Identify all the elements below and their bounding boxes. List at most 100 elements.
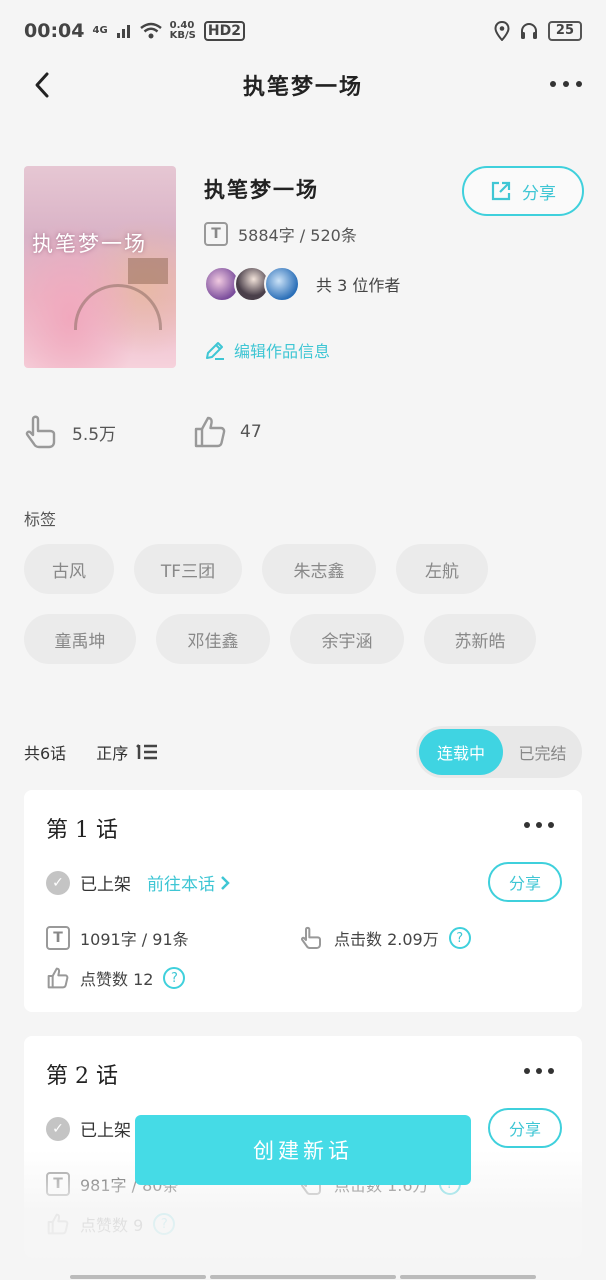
word-stats: T 5884字 / 520条 [204, 222, 357, 246]
check-icon: ✓ [46, 870, 70, 895]
speed-unit: KB/S [169, 30, 196, 41]
author-count: 共 3 位作者 [316, 276, 401, 295]
like-count-stat: 47 [192, 414, 262, 450]
help-icon[interactable]: ? [153, 1213, 176, 1235]
like-count-value: 47 [240, 422, 262, 442]
click-count-stat: 5.5万 [24, 414, 116, 450]
author-list[interactable]: 共 3 位作者 [204, 266, 400, 302]
tags-label: 标签 [24, 510, 57, 529]
text-count-icon: T [46, 926, 70, 950]
word-stats-text: 5884字 / 520条 [238, 226, 357, 245]
chapter-word-stats-text: 1091字 / 91条 [80, 930, 189, 949]
thumb-up-icon [47, 1213, 69, 1235]
chapter-more-icon[interactable] [524, 1068, 554, 1074]
chapter-count: 共6话 [24, 744, 67, 763]
goto-chapter-link[interactable]: 前往本话 [147, 870, 231, 895]
tag-chip[interactable]: 朱志鑫 [262, 544, 376, 594]
more-dot [548, 822, 554, 828]
chapter-word-stats: T 1091字 / 91条 [46, 926, 189, 950]
work-title: 执笔梦一场 [204, 177, 319, 202]
more-dot [536, 1068, 542, 1074]
chapter-card[interactable]: 第 1 话 ✓ 已上架 前往本话 分享 T 1091字 / 91条 点击数 2.… [24, 790, 582, 1012]
network-speed: 0.40 KB/S [170, 21, 196, 41]
more-dot [524, 822, 530, 828]
more-menu-icon[interactable] [550, 72, 582, 96]
tag-chip[interactable]: 苏新皓 [424, 614, 536, 664]
nav-indicator [400, 1275, 536, 1279]
share-work-label: 分享 [522, 183, 556, 204]
hd-badge: HD2 [203, 21, 245, 41]
chapter-status: ✓ 已上架 [46, 1116, 131, 1141]
sort-toggle[interactable]: 正序 [96, 740, 158, 764]
tag-chip[interactable]: 童禹坤 [24, 614, 136, 664]
sort-list-icon [136, 744, 158, 760]
edit-icon [206, 342, 224, 360]
status-time: 00:04 [24, 20, 85, 42]
tag-chip[interactable]: 左航 [396, 544, 488, 594]
nav-indicator [70, 1275, 206, 1279]
chapter-like-stats: 点赞数 12 ? [46, 966, 186, 990]
more-dot [563, 81, 569, 87]
cover-pavilion [128, 258, 168, 284]
chapter-share-button[interactable]: 分享 [488, 1108, 562, 1148]
more-dot [536, 822, 542, 828]
share-work-button[interactable]: 分享 [462, 166, 584, 216]
help-icon[interactable]: ? [448, 927, 471, 949]
status-segmented-control: 连载中 已完结 [416, 726, 582, 778]
work-cover-image[interactable]: 执笔梦一场 [24, 166, 176, 368]
chapter-more-icon[interactable] [524, 822, 554, 828]
tag-chip[interactable]: 余宇涵 [290, 614, 404, 664]
click-count-value: 5.5万 [72, 424, 117, 445]
chapter-status-text: 已上架 [80, 875, 131, 895]
chapter-status-text: 已上架 [80, 1121, 131, 1141]
tag-chip[interactable]: TF三团 [134, 544, 242, 594]
chapter-like-count: 点赞数 12 [80, 970, 154, 989]
chapter-list-header: 共6话 正序 连载中 已完结 [24, 726, 582, 778]
avatar [264, 266, 300, 302]
edit-work-info-link[interactable]: 编辑作品信息 [204, 338, 330, 362]
help-icon[interactable]: ? [163, 967, 186, 989]
nav-bar: 执笔梦一场 [0, 62, 606, 108]
create-new-chapter-button[interactable]: 创建新话 [135, 1115, 471, 1185]
more-dot [576, 81, 582, 87]
chapter-click-count: 点击数 2.09万 [334, 930, 439, 949]
network-type: 4G [92, 25, 108, 36]
nav-indicator [210, 1275, 396, 1279]
more-dot [550, 81, 556, 87]
share-icon [491, 181, 511, 201]
cover-bridge [74, 284, 162, 330]
chapter-like-stats: 点赞数 9 ? [46, 1212, 176, 1236]
status-bar: 00:04 4G 0.40 KB/S HD2 25 [0, 0, 606, 62]
headphone-icon [520, 23, 537, 39]
text-count-icon: T [204, 222, 228, 246]
tab-serializing[interactable]: 连载中 [419, 729, 503, 775]
tap-icon [25, 415, 56, 449]
chapter-title: 第 2 话 [46, 1064, 118, 1089]
page-title: 执笔梦一场 [242, 74, 363, 100]
battery-indicator: 25 [547, 21, 582, 41]
check-icon: ✓ [46, 1116, 70, 1141]
tap-icon [300, 926, 321, 949]
cover-title: 执笔梦一场 [32, 232, 147, 256]
signal-icon [116, 25, 130, 38]
chevron-right-icon [221, 875, 230, 890]
more-dot [548, 1068, 554, 1074]
location-icon [494, 21, 510, 41]
text-count-icon: T [46, 1172, 70, 1196]
back-icon[interactable] [28, 70, 58, 100]
edit-work-info-label: 编辑作品信息 [234, 342, 331, 361]
wifi-icon [139, 22, 162, 39]
goto-chapter-label: 前往本话 [147, 875, 215, 895]
work-stats: 5.5万 47 [24, 414, 262, 450]
sort-label: 正序 [96, 744, 129, 763]
chapter-share-button[interactable]: 分享 [488, 862, 562, 902]
tab-completed[interactable]: 已完结 [503, 740, 582, 764]
tag-chip[interactable]: 古风 [24, 544, 114, 594]
chapter-click-stats: 点击数 2.09万 ? [300, 926, 471, 950]
more-dot [524, 1068, 530, 1074]
thumb-up-icon [47, 967, 69, 989]
chapter-title: 第 1 话 [46, 818, 118, 843]
chapter-status: ✓ 已上架 前往本话 [46, 870, 231, 895]
tag-chip[interactable]: 邓佳鑫 [156, 614, 270, 664]
chapter-like-count: 点赞数 9 [80, 1216, 144, 1235]
